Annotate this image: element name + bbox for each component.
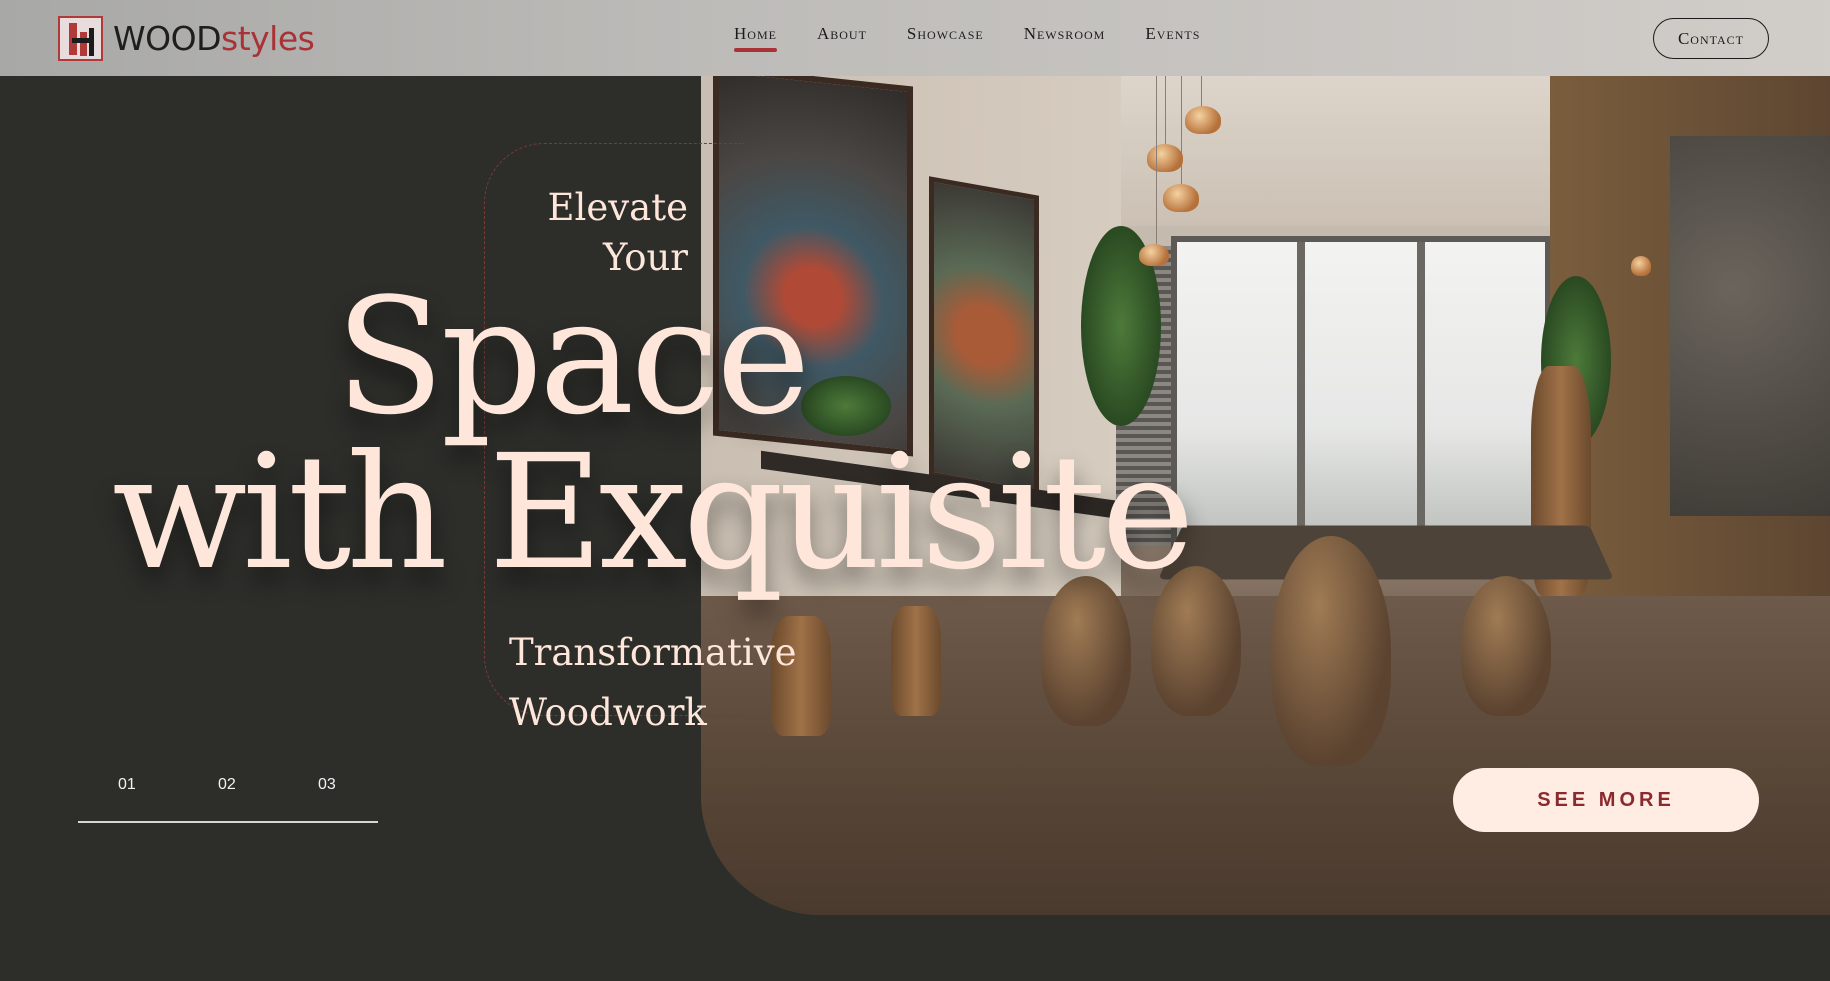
contact-button[interactable]: Contact (1653, 18, 1769, 59)
slide-progress-line (78, 821, 378, 823)
brand-name-styles: styles (221, 19, 315, 58)
nav-events[interactable]: Events (1145, 24, 1200, 52)
slide-tab-03[interactable]: 03 (278, 776, 378, 794)
see-more-button[interactable]: SEE MORE (1453, 768, 1759, 832)
slide-pager: 01 02 03 (78, 776, 378, 823)
headline-with-exquisite: with Exquisite (112, 421, 1195, 605)
nav-about[interactable]: About (817, 24, 867, 52)
slide-tab-02[interactable]: 02 (178, 776, 278, 794)
headline-outro: Transformative Woodwork (509, 623, 797, 743)
nav-showcase[interactable]: Showcase (907, 24, 984, 52)
headline-space: Space (335, 263, 811, 450)
top-header: WOODstyles Home About Showcase Newsroom … (0, 0, 1830, 76)
headline-line-woodwork: Woodwork (509, 691, 707, 734)
nav-home[interactable]: Home (734, 24, 777, 52)
headline-line-transformative: Transformative (509, 631, 797, 674)
brand-name-wood: WOOD (113, 19, 222, 58)
main-nav: Home About Showcase Newsroom Events (734, 24, 1200, 52)
nav-newsroom[interactable]: Newsroom (1024, 24, 1106, 52)
slide-tab-01[interactable]: 01 (78, 776, 178, 794)
woodstyles-logo-icon (58, 16, 103, 61)
brand-logo[interactable]: WOODstyles (58, 16, 315, 61)
brand-name: WOODstyles (113, 19, 315, 58)
headline-line-elevate: Elevate (547, 186, 688, 229)
